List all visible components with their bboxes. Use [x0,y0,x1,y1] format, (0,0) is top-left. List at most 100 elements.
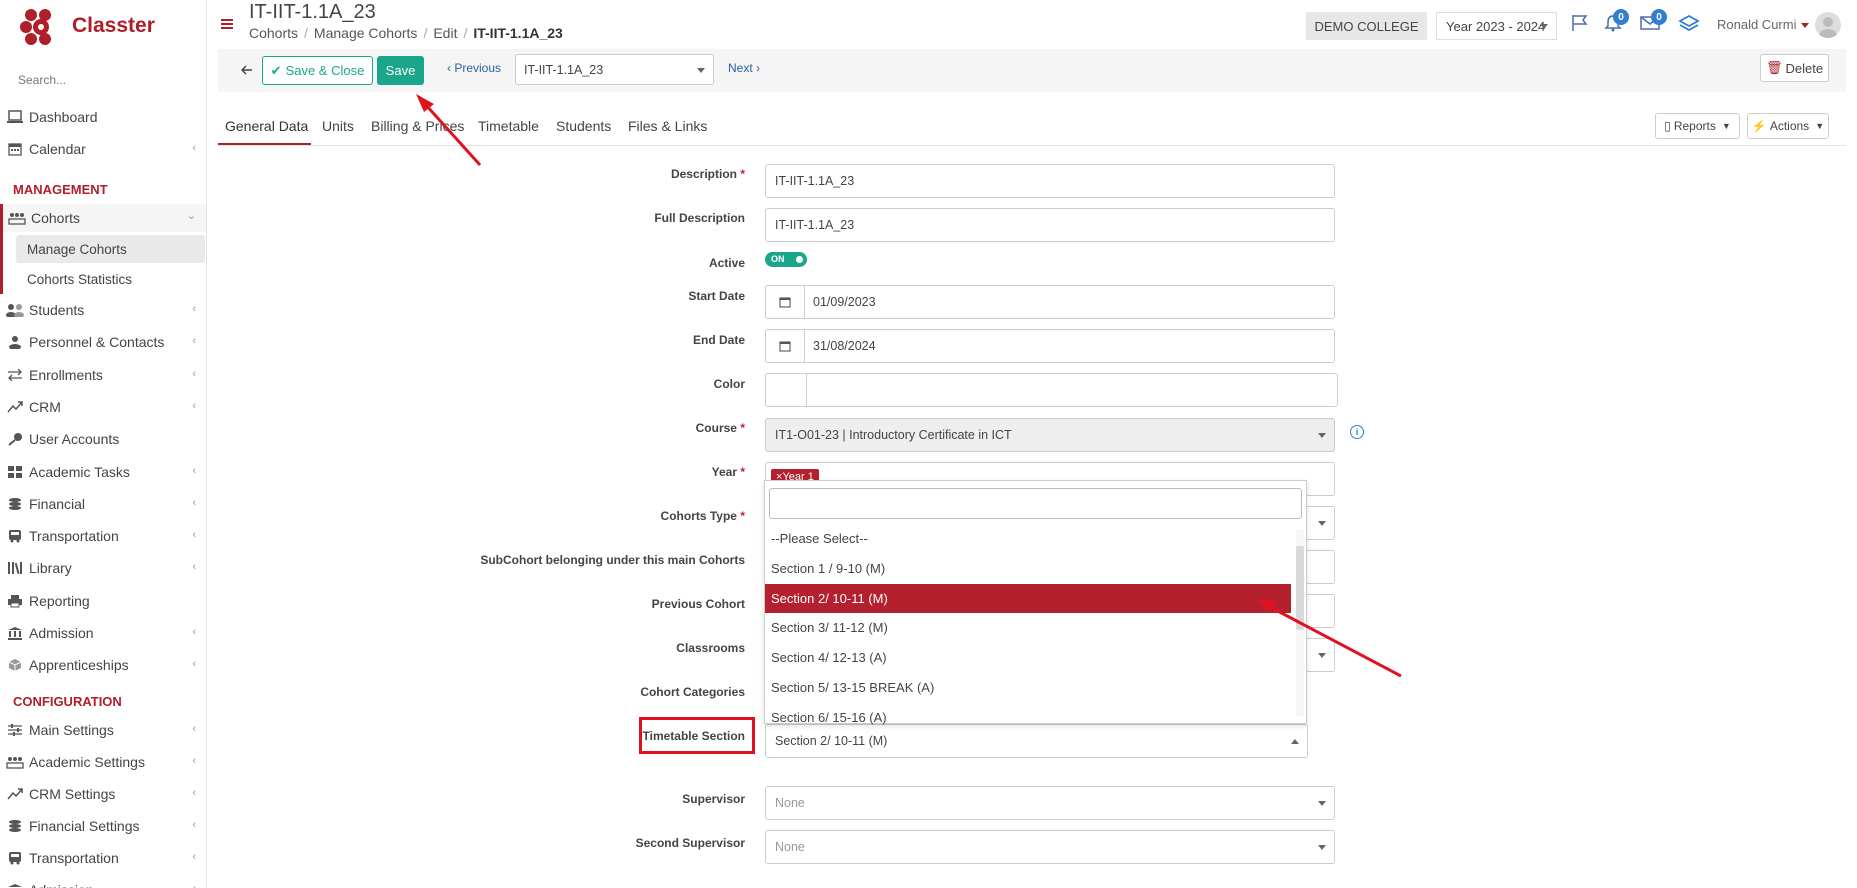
sidebar-item-academic-tasks[interactable]: Academic Tasks ‹ [0,458,206,486]
breadcrumb-cohorts[interactable]: Cohorts [249,25,298,41]
active-toggle[interactable]: ON [765,252,807,267]
dropdown-option[interactable]: Section 6/ 15-16 (A) [769,703,1292,732]
user-caret-icon[interactable] [1801,23,1809,28]
calendar-icon[interactable] [766,286,805,318]
classrooms-label: Classrooms [676,641,745,655]
sidebar-item-label: Transportation [29,850,119,866]
tab-billing-prices[interactable]: Billing & Prices [371,118,464,134]
chevron-left-icon: ‹ [192,496,196,509]
tab-files-links[interactable]: Files & Links [628,118,707,134]
sidebar-item-admission[interactable]: Admission ‹ [0,619,206,647]
description-label: Description * [670,167,745,181]
previous-link[interactable]: ‹ Previous [447,61,501,75]
sidebar-item-reporting[interactable]: Reporting [0,587,206,615]
breadcrumb-manage-cohorts[interactable]: Manage Cohorts [314,25,418,41]
sidebar-item-admission[interactable]: Admission ‹ [0,876,206,888]
college-selector[interactable]: DEMO COLLEGE [1306,12,1427,40]
previous-cohort-label: Previous Cohort [651,597,745,611]
caret-down-icon [1318,801,1326,806]
cube-icon [6,656,24,674]
dropdown-option[interactable]: Section 5/ 13-15 BREAK (A) [769,673,1292,702]
dropdown-scrollbar[interactable] [1296,530,1304,716]
key-icon [6,430,24,448]
caret-down-icon [697,67,705,73]
dropdown-option[interactable]: Section 4/ 12-13 (A) [769,643,1292,672]
full-description-field[interactable]: IT-IIT-1.1A_23 [765,208,1335,242]
sidebar-item-user-accounts[interactable]: User Accounts [0,425,206,453]
save-close-button[interactable]: ✔ Save & Close [262,56,373,85]
tab-units[interactable]: Units [322,118,354,134]
tab-students[interactable]: Students [556,118,611,134]
dropdown-option-selected[interactable]: Section 2/ 10-11 (M) [765,583,1291,613]
sidebar-subitem-cohorts-statistics[interactable]: Cohorts Statistics [16,265,205,293]
sidebar-item-label: Financial Settings [29,818,140,834]
chevron-down-icon: ⌄ [186,210,196,222]
scrollbar-thumb[interactable] [1296,546,1304,630]
course-select[interactable]: IT1-O01-23 | Introductory Certificate in… [765,418,1335,452]
calendar-icon[interactable] [766,330,805,362]
flag-icon[interactable] [1570,13,1590,33]
breadcrumb-edit[interactable]: Edit [433,25,457,41]
avatar[interactable] [1815,12,1841,38]
sidebar-item-label: User Accounts [29,431,120,448]
sidebar-item-label: Dashboard [29,109,98,125]
dropdown-option[interactable]: Section 1 / 9-10 (M) [769,554,1292,583]
sidebar-item-cohorts[interactable]: Cohorts ⌄ [0,204,206,232]
section-management-heading: MANAGEMENT [13,182,108,197]
sidebar-item-transportation[interactable]: Transportation ‹ [0,522,206,550]
chevron-left-icon: ‹ [192,561,196,574]
year-label: Year * [711,465,745,479]
classter-logo-icon [19,6,57,46]
dropdown-option[interactable]: Section 3/ 11-12 (M) [769,613,1292,642]
sidebar-item-transportation[interactable]: Transportation ‹ [0,844,206,872]
sidebar-item-financial-settings[interactable]: Financial Settings ‹ [0,812,206,840]
color-swatch[interactable] [766,374,807,406]
check-icon: ✔ [270,62,282,78]
chevron-left-icon: ‹ [192,529,196,542]
info-icon[interactable]: i [1350,425,1364,439]
next-link[interactable]: Next › [728,61,760,75]
sidebar-item-main-settings[interactable]: Main Settings ‹ [0,716,206,744]
sidebar-item-library[interactable]: Library ‹ [0,554,206,582]
dropdown-option[interactable]: --Please Select-- [769,524,1292,553]
user-name[interactable]: Ronald Curmi [1717,17,1796,32]
chevron-left-icon: ‹ [192,723,196,735]
back-arrow-icon[interactable] [234,56,260,84]
layers-icon[interactable] [1678,13,1700,33]
sidebar-subitem-manage-cohorts[interactable]: Manage Cohorts [16,235,205,263]
sidebar-item-label: Main Settings [29,722,114,738]
tab-general-data[interactable]: General Data [225,118,308,134]
description-field[interactable]: IT-IIT-1.1A_23 [765,164,1335,198]
sidebar-item-personnel-contacts[interactable]: Personnel & Contacts ‹ [0,328,206,356]
supervisor-select[interactable]: None [765,786,1335,820]
start-date-field[interactable]: 01/09/2023 [765,285,1335,319]
sidebar-item-financial[interactable]: Financial ‹ [0,490,206,518]
sidebar-item-academic-settings[interactable]: Academic Settings ‹ [0,748,206,776]
reports-button[interactable]: ▯ Reports ▼ [1655,113,1740,139]
sidebar-item-crm[interactable]: CRM ‹ [0,393,206,421]
save-button[interactable]: Save [377,56,424,85]
subcohort-label: SubCohort belonging under this main Coho… [480,553,745,567]
dropdown-search-input[interactable] [769,488,1302,519]
actions-button[interactable]: ⚡ Actions ▼ [1747,113,1829,139]
color-field[interactable] [765,373,1338,407]
chevron-left-icon: ‹ [192,658,196,671]
bank-icon [6,624,24,642]
sidebar-item-enrollments[interactable]: Enrollments ‹ [0,361,206,389]
sidebar-item-apprenticeships[interactable]: Apprenticeships ‹ [0,651,206,679]
sidebar-item-label: Cohorts [31,210,81,226]
second-supervisor-select[interactable]: None [765,830,1335,864]
menu-toggle-icon[interactable] [221,18,233,30]
messages-badge: 0 [1651,9,1667,25]
sidebar-item-calendar[interactable]: Calendar ‹ [0,135,206,163]
sidebar-search-input[interactable]: Search... [18,73,66,87]
year-selector[interactable]: Year 2023 - 2024 [1436,12,1557,40]
sidebar-item-students[interactable]: Students ‹ [0,296,206,324]
section-configuration-heading: CONFIGURATION [13,694,122,709]
sidebar-item-dashboard[interactable]: Dashboard [0,103,206,131]
end-date-field[interactable]: 31/08/2024 [765,329,1335,363]
tab-timetable[interactable]: Timetable [478,118,539,134]
record-select[interactable]: IT-IIT-1.1A_23 [515,54,714,85]
sidebar-item-crm-settings[interactable]: CRM Settings ‹ [0,780,206,808]
delete-button[interactable]: 🗑 Delete [1760,54,1829,82]
